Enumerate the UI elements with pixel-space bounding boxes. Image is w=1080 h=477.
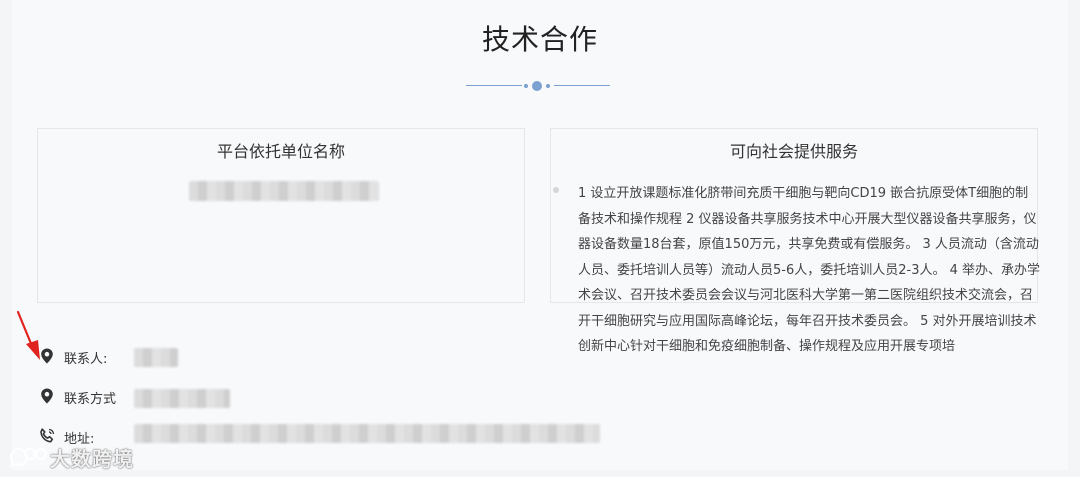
page-title: 技术合作: [481, 23, 598, 56]
location-pin-icon: [38, 387, 56, 405]
address-redacted: [134, 424, 600, 443]
contact-person-label: 联系人:: [64, 352, 108, 367]
contact-person-redacted: [134, 348, 178, 367]
services-card-title: 可向社会提供服务: [729, 142, 858, 161]
unit-name-card: 平台依托单位名称: [37, 128, 525, 303]
unit-name-redacted: [189, 181, 379, 201]
red-arrow-annotation: [16, 310, 40, 360]
services-text: 1 设立开放课题标准化脐带间充质干细胞与靶向CD19 嵌合抗原受体T细胞的制备技…: [578, 186, 1041, 354]
divider-dot-center: [532, 81, 542, 91]
title-divider: [466, 80, 610, 92]
contact-method-redacted: [134, 389, 230, 408]
divider-dot: [546, 84, 550, 88]
divider-line-left: [466, 85, 522, 86]
list-bullet: [553, 187, 559, 193]
unit-card-title: 平台依托单位名称: [216, 142, 345, 161]
contact-method-label: 联系方式: [64, 392, 117, 407]
divider-line-right: [554, 85, 610, 86]
chat-bubbles-icon: [9, 448, 47, 469]
divider-dot: [524, 84, 528, 88]
watermark-text: 大数跨境: [50, 447, 134, 471]
